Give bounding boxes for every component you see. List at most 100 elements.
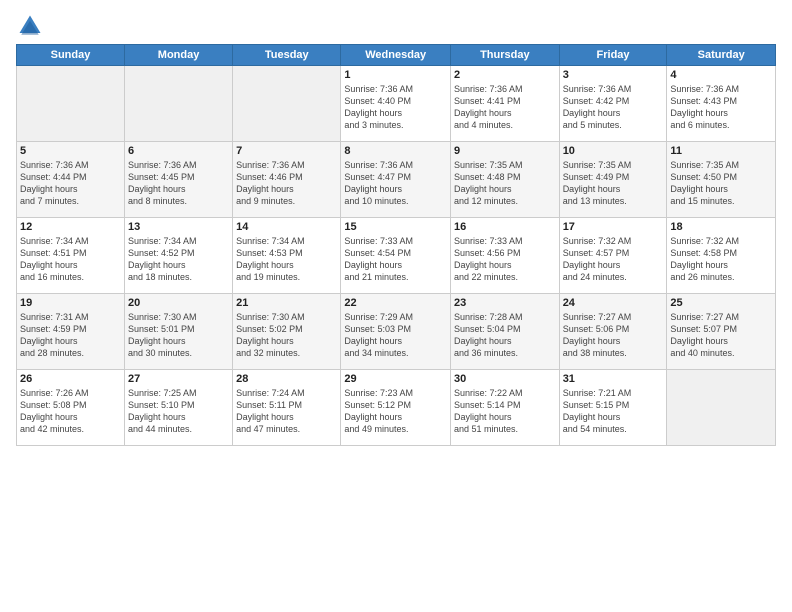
day-info: Sunrise: 7:34 AMSunset: 4:53 PMDaylight … [236,235,337,284]
calendar-day-cell [125,66,233,142]
calendar-week-row: 12 Sunrise: 7:34 AMSunset: 4:51 PMDaylig… [17,218,776,294]
calendar-day-cell: 29 Sunrise: 7:23 AMSunset: 5:12 PMDaylig… [341,370,451,446]
calendar-week-row: 19 Sunrise: 7:31 AMSunset: 4:59 PMDaylig… [17,294,776,370]
day-info: Sunrise: 7:32 AMSunset: 4:58 PMDaylight … [670,235,772,284]
day-number: 19 [20,297,121,309]
day-number: 5 [20,145,121,157]
day-info: Sunrise: 7:33 AMSunset: 4:56 PMDaylight … [454,235,556,284]
calendar-week-row: 26 Sunrise: 7:26 AMSunset: 5:08 PMDaylig… [17,370,776,446]
day-number: 17 [563,221,664,233]
logo-icon [16,12,44,40]
day-number: 18 [670,221,772,233]
day-info: Sunrise: 7:36 AMSunset: 4:45 PMDaylight … [128,159,229,208]
day-number: 4 [670,69,772,81]
calendar-day-cell: 25 Sunrise: 7:27 AMSunset: 5:07 PMDaylig… [667,294,776,370]
day-number: 3 [563,69,664,81]
day-info: Sunrise: 7:36 AMSunset: 4:43 PMDaylight … [670,83,772,132]
calendar-day-cell: 28 Sunrise: 7:24 AMSunset: 5:11 PMDaylig… [233,370,341,446]
calendar-table: SundayMondayTuesdayWednesdayThursdayFrid… [16,44,776,446]
calendar-day-cell: 15 Sunrise: 7:33 AMSunset: 4:54 PMDaylig… [341,218,451,294]
day-info: Sunrise: 7:34 AMSunset: 4:52 PMDaylight … [128,235,229,284]
calendar-day-cell: 24 Sunrise: 7:27 AMSunset: 5:06 PMDaylig… [559,294,667,370]
calendar-day-cell: 10 Sunrise: 7:35 AMSunset: 4:49 PMDaylig… [559,142,667,218]
calendar-day-cell: 14 Sunrise: 7:34 AMSunset: 4:53 PMDaylig… [233,218,341,294]
day-info: Sunrise: 7:34 AMSunset: 4:51 PMDaylight … [20,235,121,284]
day-info: Sunrise: 7:36 AMSunset: 4:46 PMDaylight … [236,159,337,208]
day-number: 24 [563,297,664,309]
day-info: Sunrise: 7:21 AMSunset: 5:15 PMDaylight … [563,387,664,436]
day-number: 31 [563,373,664,385]
calendar-day-cell: 20 Sunrise: 7:30 AMSunset: 5:01 PMDaylig… [125,294,233,370]
day-info: Sunrise: 7:26 AMSunset: 5:08 PMDaylight … [20,387,121,436]
day-info: Sunrise: 7:36 AMSunset: 4:47 PMDaylight … [344,159,447,208]
calendar-day-cell: 12 Sunrise: 7:34 AMSunset: 4:51 PMDaylig… [17,218,125,294]
calendar-day-cell: 26 Sunrise: 7:26 AMSunset: 5:08 PMDaylig… [17,370,125,446]
calendar-day-cell: 31 Sunrise: 7:21 AMSunset: 5:15 PMDaylig… [559,370,667,446]
day-number: 13 [128,221,229,233]
calendar-day-cell: 11 Sunrise: 7:35 AMSunset: 4:50 PMDaylig… [667,142,776,218]
day-info: Sunrise: 7:27 AMSunset: 5:07 PMDaylight … [670,311,772,360]
day-of-week-header: Saturday [667,45,776,66]
day-of-week-header: Wednesday [341,45,451,66]
day-number: 28 [236,373,337,385]
calendar-day-cell: 9 Sunrise: 7:35 AMSunset: 4:48 PMDayligh… [450,142,559,218]
calendar-header-row: SundayMondayTuesdayWednesdayThursdayFrid… [17,45,776,66]
day-number: 1 [344,69,447,81]
calendar-week-row: 1 Sunrise: 7:36 AMSunset: 4:40 PMDayligh… [17,66,776,142]
day-number: 8 [344,145,447,157]
day-of-week-header: Tuesday [233,45,341,66]
day-number: 25 [670,297,772,309]
day-info: Sunrise: 7:36 AMSunset: 4:40 PMDaylight … [344,83,447,132]
day-info: Sunrise: 7:25 AMSunset: 5:10 PMDaylight … [128,387,229,436]
page: SundayMondayTuesdayWednesdayThursdayFrid… [0,0,792,612]
day-info: Sunrise: 7:29 AMSunset: 5:03 PMDaylight … [344,311,447,360]
calendar-day-cell [667,370,776,446]
day-number: 2 [454,69,556,81]
calendar-day-cell: 18 Sunrise: 7:32 AMSunset: 4:58 PMDaylig… [667,218,776,294]
day-info: Sunrise: 7:36 AMSunset: 4:44 PMDaylight … [20,159,121,208]
calendar-day-cell: 13 Sunrise: 7:34 AMSunset: 4:52 PMDaylig… [125,218,233,294]
day-number: 30 [454,373,556,385]
day-info: Sunrise: 7:36 AMSunset: 4:41 PMDaylight … [454,83,556,132]
calendar-day-cell: 2 Sunrise: 7:36 AMSunset: 4:41 PMDayligh… [450,66,559,142]
calendar-day-cell: 4 Sunrise: 7:36 AMSunset: 4:43 PMDayligh… [667,66,776,142]
day-info: Sunrise: 7:22 AMSunset: 5:14 PMDaylight … [454,387,556,436]
day-info: Sunrise: 7:31 AMSunset: 4:59 PMDaylight … [20,311,121,360]
calendar-day-cell: 7 Sunrise: 7:36 AMSunset: 4:46 PMDayligh… [233,142,341,218]
day-number: 15 [344,221,447,233]
day-number: 9 [454,145,556,157]
header [16,12,776,40]
calendar-day-cell: 22 Sunrise: 7:29 AMSunset: 5:03 PMDaylig… [341,294,451,370]
logo [16,12,48,40]
day-info: Sunrise: 7:30 AMSunset: 5:01 PMDaylight … [128,311,229,360]
day-info: Sunrise: 7:35 AMSunset: 4:49 PMDaylight … [563,159,664,208]
day-info: Sunrise: 7:35 AMSunset: 4:48 PMDaylight … [454,159,556,208]
day-of-week-header: Sunday [17,45,125,66]
day-info: Sunrise: 7:33 AMSunset: 4:54 PMDaylight … [344,235,447,284]
day-number: 12 [20,221,121,233]
day-number: 7 [236,145,337,157]
day-of-week-header: Friday [559,45,667,66]
day-number: 23 [454,297,556,309]
day-info: Sunrise: 7:32 AMSunset: 4:57 PMDaylight … [563,235,664,284]
calendar-day-cell: 5 Sunrise: 7:36 AMSunset: 4:44 PMDayligh… [17,142,125,218]
day-number: 29 [344,373,447,385]
day-info: Sunrise: 7:35 AMSunset: 4:50 PMDaylight … [670,159,772,208]
day-info: Sunrise: 7:36 AMSunset: 4:42 PMDaylight … [563,83,664,132]
calendar-week-row: 5 Sunrise: 7:36 AMSunset: 4:44 PMDayligh… [17,142,776,218]
calendar-day-cell: 3 Sunrise: 7:36 AMSunset: 4:42 PMDayligh… [559,66,667,142]
calendar-day-cell: 1 Sunrise: 7:36 AMSunset: 4:40 PMDayligh… [341,66,451,142]
day-info: Sunrise: 7:28 AMSunset: 5:04 PMDaylight … [454,311,556,360]
calendar-day-cell: 21 Sunrise: 7:30 AMSunset: 5:02 PMDaylig… [233,294,341,370]
calendar-day-cell [17,66,125,142]
calendar-day-cell: 8 Sunrise: 7:36 AMSunset: 4:47 PMDayligh… [341,142,451,218]
day-number: 27 [128,373,229,385]
calendar-day-cell: 6 Sunrise: 7:36 AMSunset: 4:45 PMDayligh… [125,142,233,218]
day-number: 6 [128,145,229,157]
day-of-week-header: Thursday [450,45,559,66]
calendar-day-cell: 17 Sunrise: 7:32 AMSunset: 4:57 PMDaylig… [559,218,667,294]
day-number: 20 [128,297,229,309]
day-number: 22 [344,297,447,309]
calendar-day-cell [233,66,341,142]
day-number: 26 [20,373,121,385]
